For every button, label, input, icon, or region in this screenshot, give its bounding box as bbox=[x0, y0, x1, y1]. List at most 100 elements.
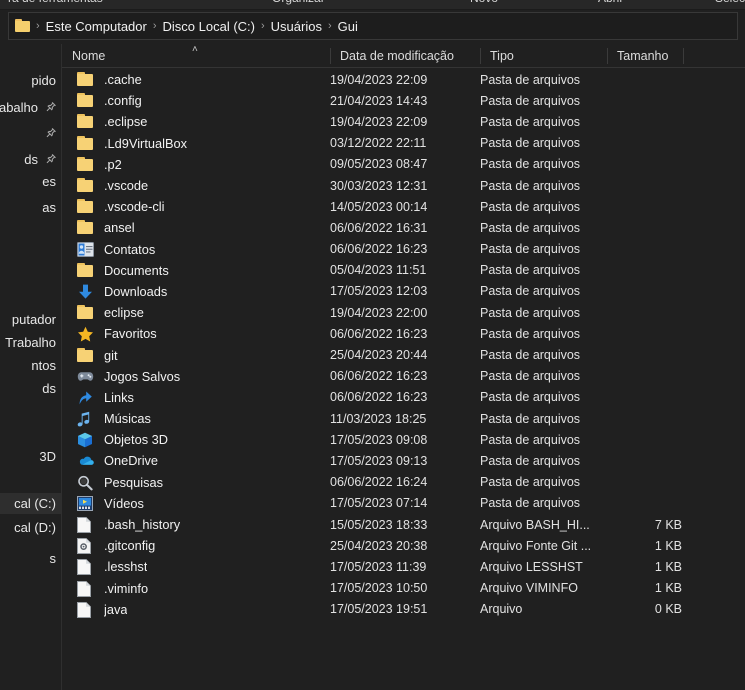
table-row[interactable]: .eclipse 19/04/2023 22:09 Pasta de arquivo… bbox=[62, 111, 745, 132]
magnifier-icon bbox=[76, 474, 96, 491]
nav-pane-item[interactable]: Trabalho bbox=[0, 97, 62, 118]
folder-icon bbox=[15, 19, 32, 33]
breadcrumb-item[interactable]: Disco Local (C:) bbox=[158, 17, 260, 36]
ribbon-group-label[interactable]: Abrir bbox=[598, 0, 623, 5]
nav-pane-item[interactable]: as bbox=[0, 197, 62, 218]
nav-pane-item[interactable]: Trabalho bbox=[0, 332, 62, 353]
nav-pane-item[interactable]: cal (D:) bbox=[0, 517, 62, 538]
folder-icon bbox=[76, 113, 96, 130]
file-icon bbox=[76, 516, 96, 534]
table-row[interactable]: .vscode 30/03/2023 12:31 Pasta de arquivos bbox=[62, 175, 745, 196]
table-row[interactable]: .viminfo 17/05/2023 10:50 Arquivo VIMINFO 1… bbox=[62, 578, 745, 599]
file-modified-cell: 25/04/2023 20:38 bbox=[330, 538, 428, 553]
nav-pane-item[interactable] bbox=[0, 123, 62, 144]
column-resize-handle[interactable] bbox=[607, 48, 608, 64]
file-type-cell: Pasta de arquivos bbox=[480, 369, 581, 384]
table-row[interactable]: Pesquisas 06/06/2022 16:24 Pasta de arquiv… bbox=[62, 472, 745, 493]
table-row[interactable]: Favoritos 06/06/2022 16:23 Pasta de arquiv… bbox=[62, 323, 745, 344]
nav-pane-item[interactable]: 3D bbox=[0, 446, 62, 467]
file-modified-cell: 19/04/2023 22:09 bbox=[330, 72, 428, 87]
table-row[interactable]: Documents 05/04/2023 11:51 Pasta de arquiv… bbox=[62, 260, 745, 281]
file-type-cell: Pasta de arquivos bbox=[480, 242, 581, 257]
file-name-label: Downloads bbox=[104, 283, 168, 299]
table-row[interactable]: .lesshst 17/05/2023 11:39 Arquivo LESSHST 1… bbox=[62, 556, 745, 577]
file-name-cell: git bbox=[62, 345, 330, 366]
ribbon-group-label[interactable]: Novo bbox=[470, 0, 498, 5]
table-row[interactable]: .Ld9VirtualBox 03/12/2022 22:11 Pasta de a… bbox=[62, 133, 745, 154]
nav-pane-item[interactable]: cal (C:) bbox=[0, 493, 62, 514]
table-row[interactable]: .config 21/04/2023 14:43 Pasta de arquivos bbox=[62, 90, 745, 111]
file-name-cell: .eclipse bbox=[62, 111, 330, 132]
file-name-label: git bbox=[104, 347, 118, 363]
file-modified-cell: 06/06/2022 16:31 bbox=[330, 220, 428, 235]
ribbon-group-label[interactable]: ra de ferramentas bbox=[8, 0, 103, 5]
file-type-cell: Pasta de arquivos bbox=[480, 263, 581, 278]
column-resize-handle[interactable] bbox=[480, 48, 481, 64]
navigation-pane[interactable]: pidoTrabalhodsesasputadorTrabalhontosds3… bbox=[0, 44, 62, 690]
table-row[interactable]: .gitconfig 25/04/2023 20:38 Arquivo Fonte … bbox=[62, 535, 745, 556]
file-modified-cell: 30/03/2023 12:31 bbox=[330, 178, 428, 193]
file-name-cell: .viminfo bbox=[62, 578, 330, 599]
file-list[interactable]: .cache 19/04/2023 22:09 Pasta de arquivos.… bbox=[62, 69, 745, 690]
file-name-label: .Ld9VirtualBox bbox=[104, 135, 187, 151]
ribbon-group-label[interactable]: Selec bbox=[715, 0, 745, 5]
column-header[interactable]: Tipo bbox=[480, 44, 607, 68]
folder-icon bbox=[76, 71, 96, 88]
table-row[interactable]: git 25/04/2023 20:44 Pasta de arquivos bbox=[62, 344, 745, 365]
column-header-label: Tamanho bbox=[617, 49, 669, 63]
table-row[interactable]: .bash_history 15/05/2023 18:33 Arquivo BAS… bbox=[62, 514, 745, 535]
breadcrumb-item[interactable]: Este Computador bbox=[41, 17, 152, 36]
column-header[interactable]: Tamanho bbox=[607, 44, 745, 68]
table-row[interactable]: OneDrive 17/05/2023 09:13 Pasta de arquivo… bbox=[62, 450, 745, 471]
table-row[interactable]: .cache 19/04/2023 22:09 Pasta de arquivos bbox=[62, 69, 745, 90]
breadcrumb-item[interactable]: Gui bbox=[333, 17, 363, 36]
file-modified-cell: 17/05/2023 09:08 bbox=[330, 432, 428, 447]
table-row[interactable]: Jogos Salvos 06/06/2022 16:23 Pasta de arq… bbox=[62, 366, 745, 387]
gear-file-icon bbox=[76, 537, 96, 555]
file-type-cell: Pasta de arquivos bbox=[480, 220, 581, 235]
table-row[interactable]: Vídeos 17/05/2023 07:14 Pasta de arquivos bbox=[62, 493, 745, 514]
file-name-cell: .bash_history bbox=[62, 514, 330, 535]
file-type-cell: Pasta de arquivos bbox=[480, 432, 581, 447]
table-row[interactable]: java 17/05/2023 19:51 Arquivo 0 KB bbox=[62, 599, 745, 620]
table-row[interactable]: .p2 09/05/2023 08:47 Pasta de arquivos bbox=[62, 154, 745, 175]
file-size-cell: 1 KB bbox=[654, 559, 682, 574]
breadcrumb-item[interactable]: Usuários bbox=[266, 17, 327, 36]
column-header[interactable]: Data de modificação bbox=[330, 44, 480, 68]
nav-pane-item[interactable]: pido bbox=[0, 70, 62, 91]
contacts-icon bbox=[76, 241, 96, 258]
nav-pane-item[interactable]: ntos bbox=[0, 355, 62, 376]
table-row[interactable]: Objetos 3D 17/05/2023 09:08 Pasta de arqui… bbox=[62, 429, 745, 450]
table-row[interactable]: .vscode-cli 14/05/2023 00:14 Pasta de arqu… bbox=[62, 196, 745, 217]
file-name-cell: .lesshst bbox=[62, 556, 330, 577]
table-row[interactable]: Músicas 11/03/2023 18:25 Pasta de arquivos bbox=[62, 408, 745, 429]
download-arrow-icon bbox=[76, 283, 96, 300]
nav-pane-item[interactable]: s bbox=[0, 548, 62, 569]
file-name-cell: java bbox=[62, 599, 330, 620]
file-name-label: Jogos Salvos bbox=[104, 368, 181, 384]
address-bar[interactable]: › Este Computador › Disco Local (C:) › Usuári… bbox=[8, 12, 738, 40]
file-modified-cell: 05/04/2023 11:51 bbox=[330, 263, 427, 278]
table-row[interactable]: ansel 06/06/2022 16:31 Pasta de arquivos bbox=[62, 217, 745, 238]
file-name-label: OneDrive bbox=[104, 453, 159, 469]
column-resize-handle[interactable] bbox=[683, 48, 684, 64]
column-header[interactable]: Nome ˄ bbox=[62, 44, 330, 68]
table-row[interactable]: Downloads 17/05/2023 12:03 Pasta de arquiv… bbox=[62, 281, 745, 302]
ribbon-group-label[interactable]: Organizar bbox=[272, 0, 325, 5]
table-row[interactable]: Contatos 06/06/2022 16:23 Pasta de arquivo… bbox=[62, 239, 745, 260]
file-name-cell: .vscode bbox=[62, 175, 330, 196]
file-name-cell: .p2 bbox=[62, 154, 330, 175]
nav-pane-item[interactable]: ds bbox=[0, 378, 62, 399]
table-row[interactable]: eclipse 19/04/2023 22:00 Pasta de arquivos bbox=[62, 302, 745, 323]
file-type-cell: Pasta de arquivos bbox=[480, 475, 581, 490]
nav-pane-item[interactable]: es bbox=[0, 171, 62, 192]
nav-pane-item[interactable]: putador bbox=[0, 309, 62, 330]
nav-pane-item[interactable]: ds bbox=[0, 149, 62, 170]
column-resize-handle[interactable] bbox=[330, 48, 331, 64]
table-row[interactable]: Links 06/06/2022 16:23 Pasta de arquivos bbox=[62, 387, 745, 408]
nav-pane-item-label: es bbox=[42, 174, 56, 189]
file-type-cell: Pasta de arquivos bbox=[480, 284, 581, 299]
file-modified-cell: 09/05/2023 08:47 bbox=[330, 157, 428, 172]
file-modified-cell: 06/06/2022 16:23 bbox=[330, 390, 428, 405]
file-icon bbox=[76, 558, 96, 576]
